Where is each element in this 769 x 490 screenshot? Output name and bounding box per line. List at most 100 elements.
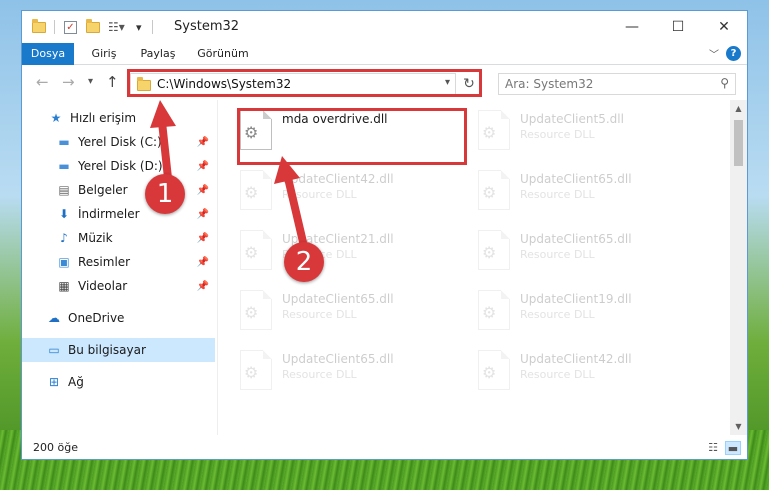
tiles-view-icon[interactable]: ▬ — [725, 441, 741, 455]
gear-icon: ⚙ — [244, 303, 259, 322]
sidebar-item-network[interactable]: ⊞ Ağ — [22, 370, 215, 394]
file-type: Resource DLL — [520, 248, 595, 261]
back-arrow-icon[interactable]: ← — [36, 73, 49, 91]
step-2-badge: 2 — [284, 242, 324, 282]
sidebar-item-downloads[interactable]: ⬇ İndirmeler 📌 — [22, 202, 215, 226]
maximize-button[interactable]: ☐ — [655, 11, 701, 43]
file-item[interactable]: ⚙ UpdateClient65.dll Resource DLL — [470, 166, 670, 216]
pin-icon[interactable]: 📌 — [197, 233, 209, 244]
minimize-button[interactable]: — — [609, 11, 655, 43]
ribbon-expand-icon[interactable]: ﹀ — [709, 46, 719, 61]
file-item[interactable]: ⚙ UpdateClient65.dll Resource DLL — [470, 226, 670, 276]
documents-icon: ▤ — [58, 183, 70, 197]
sidebar-item-label: Resimler — [78, 255, 131, 269]
scroll-down-icon[interactable]: ▼ — [730, 418, 747, 435]
gear-icon: ⚙ — [482, 303, 497, 322]
recent-locations-icon[interactable]: ▾ — [88, 76, 93, 87]
separator — [54, 18, 55, 36]
customize-toolbar-icon[interactable]: ☷▾ — [108, 18, 125, 36]
forward-arrow-icon[interactable]: → — [62, 73, 75, 91]
dll-file-icon: ⚙ — [478, 230, 510, 270]
sidebar-item-onedrive[interactable]: ☁ OneDrive — [22, 306, 215, 330]
details-view-icon[interactable]: ☷ — [705, 441, 721, 455]
file-name: UpdateClient65.dll — [282, 352, 394, 366]
sidebar-item-label: Müzik — [78, 231, 113, 245]
file-item[interactable]: ⚙ UpdateClient65.dll Resource DLL — [232, 346, 432, 396]
scroll-up-icon[interactable]: ▲ — [730, 100, 747, 117]
navigation-pane: ★ Hızlı erişim ▬ Yerel Disk (C:) 📌 ▬ Yer… — [22, 106, 217, 436]
sidebar-item-this-pc[interactable]: ▭ Bu bilgisayar — [22, 338, 215, 362]
properties-icon[interactable]: ✓ — [64, 18, 77, 36]
file-item[interactable]: ⚙ UpdateClient65.dll Resource DLL — [232, 286, 432, 336]
vertical-scrollbar[interactable]: ▲ ▼ — [730, 100, 747, 435]
search-box[interactable]: Ara: System32 ⚲ — [498, 73, 736, 95]
sidebar-item-label: Ağ — [68, 375, 84, 389]
address-highlight-box — [127, 69, 482, 97]
sidebar-item-disk-c[interactable]: ▬ Yerel Disk (C:) 📌 — [22, 130, 215, 154]
sidebar-item-music[interactable]: ♪ Müzik 📌 — [22, 226, 215, 250]
tab-home[interactable]: Giriş — [82, 43, 126, 65]
file-name: UpdateClient65.dll — [520, 232, 632, 246]
file-type: Resource DLL — [520, 188, 595, 201]
sidebar-item-label: Yerel Disk (D:) — [78, 159, 163, 173]
drive-icon: ▬ — [58, 159, 70, 173]
sidebar-item-label: OneDrive — [68, 311, 125, 325]
file-type: Resource DLL — [520, 128, 595, 141]
file-name: UpdateClient42.dll — [282, 172, 394, 186]
tab-share[interactable]: Paylaş — [134, 43, 182, 65]
file-name: UpdateClient65.dll — [282, 292, 394, 306]
sidebar-item-quick-access[interactable]: ★ Hızlı erişim — [22, 106, 215, 130]
computer-icon: ▭ — [48, 343, 60, 357]
file-name: UpdateClient65.dll — [520, 172, 632, 186]
file-item[interactable]: ⚙ UpdateClient42.dll Resource DLL — [470, 346, 670, 396]
scroll-thumb[interactable] — [734, 120, 743, 166]
pin-icon[interactable]: 📌 — [197, 257, 209, 268]
new-folder-icon[interactable] — [86, 18, 100, 36]
gear-icon: ⚙ — [244, 243, 259, 262]
gear-icon: ⚙ — [482, 243, 497, 262]
drive-icon: ▬ — [58, 135, 70, 149]
videos-icon: ▦ — [58, 279, 70, 293]
file-name: UpdateClient42.dll — [520, 352, 632, 366]
pin-icon[interactable]: 📌 — [197, 161, 209, 172]
tab-view[interactable]: Görünüm — [192, 43, 254, 65]
dll-file-icon: ⚙ — [478, 350, 510, 390]
pictures-icon: ▣ — [58, 255, 70, 269]
quick-access-folder-icon[interactable] — [32, 18, 46, 36]
file-type: Resource DLL — [282, 308, 357, 321]
sidebar-item-videos[interactable]: ▦ Videolar 📌 — [22, 274, 215, 298]
file-type: Resource DLL — [520, 368, 595, 381]
sidebar-item-disk-d[interactable]: ▬ Yerel Disk (D:) 📌 — [22, 154, 215, 178]
gear-icon: ⚙ — [482, 123, 497, 142]
close-button[interactable]: ✕ — [701, 11, 747, 43]
separator — [152, 18, 153, 36]
file-item[interactable]: ⚙ UpdateClient5.dll Resource DLL — [470, 106, 670, 156]
cloud-icon: ☁ — [48, 311, 60, 325]
up-arrow-icon[interactable]: ↑ — [106, 73, 119, 91]
sidebar-item-label: Videolar — [78, 279, 128, 293]
tab-file[interactable]: Dosya — [22, 43, 74, 65]
pin-icon[interactable]: 📌 — [197, 209, 209, 220]
file-item[interactable]: ⚙ UpdateClient42.dll Resource DLL — [232, 166, 432, 216]
search-input[interactable]: Ara: System32 — [505, 77, 593, 91]
file-item[interactable]: ⚙ UpdateClient21.dll Resource DLL — [232, 226, 432, 276]
dll-file-icon: ⚙ — [240, 230, 272, 270]
sidebar-item-documents[interactable]: ▤ Belgeler 📌 — [22, 178, 215, 202]
file-name: UpdateClient5.dll — [520, 112, 624, 126]
dll-file-icon: ⚙ — [478, 110, 510, 150]
sidebar-item-pictures[interactable]: ▣ Resimler 📌 — [22, 250, 215, 274]
network-icon: ⊞ — [48, 375, 60, 389]
sidebar-item-label: İndirmeler — [78, 207, 140, 221]
pin-icon[interactable]: 📌 — [197, 137, 209, 148]
file-highlight-box — [237, 108, 467, 165]
pane-divider[interactable] — [217, 100, 218, 435]
pin-icon[interactable]: 📌 — [197, 281, 209, 292]
toolbar-dropdown-icon[interactable]: ▾ — [136, 18, 142, 36]
file-type: Resource DLL — [282, 368, 357, 381]
pin-icon[interactable]: 📌 — [197, 185, 209, 196]
help-icon[interactable]: ? — [726, 46, 741, 61]
sidebar-item-label: Hızlı erişim — [70, 111, 137, 125]
dll-file-icon: ⚙ — [240, 290, 272, 330]
sidebar-item-label: Yerel Disk (C:) — [78, 135, 162, 149]
file-item[interactable]: ⚙ UpdateClient19.dll Resource DLL — [470, 286, 670, 336]
